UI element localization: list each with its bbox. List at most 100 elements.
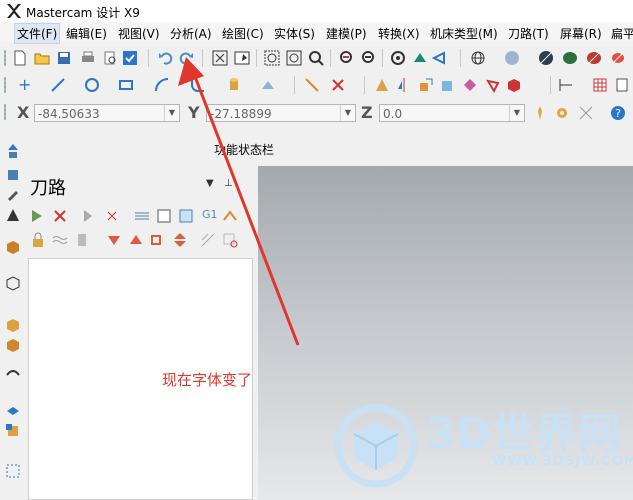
menu-model[interactable]: 建模(P) xyxy=(326,25,367,42)
plane-icon[interactable] xyxy=(432,50,448,66)
deselect-operations-icon[interactable] xyxy=(52,208,68,224)
menu-solids[interactable]: 实体(S) xyxy=(274,25,315,42)
lock-icon[interactable] xyxy=(30,232,46,248)
move-down-icon[interactable] xyxy=(106,232,122,248)
translate-icon[interactable] xyxy=(418,77,434,93)
backplot-icon[interactable] xyxy=(134,208,150,224)
menu-view[interactable]: 视图(V) xyxy=(118,25,160,42)
undo-icon[interactable] xyxy=(158,50,174,66)
shade-sphere-icon[interactable] xyxy=(504,50,520,66)
unzoom-icon[interactable] xyxy=(360,50,376,66)
chevron-down-icon[interactable]: ▼ xyxy=(164,105,179,121)
print-preview-icon[interactable] xyxy=(102,50,118,66)
view-check-icon[interactable] xyxy=(122,50,138,66)
chevron-down-icon[interactable]: ▼ xyxy=(340,105,355,121)
settings-gear-icon[interactable] xyxy=(554,105,570,121)
chamfer-icon[interactable] xyxy=(260,77,276,93)
rotate-icon[interactable] xyxy=(440,77,456,93)
z-coordinate-field[interactable]: 0.0 ▼ xyxy=(379,104,525,122)
verify-icon[interactable] xyxy=(156,208,172,224)
red-shade-icon[interactable] xyxy=(586,50,602,66)
cylinder-icon[interactable] xyxy=(226,77,242,93)
plane-move-icon[interactable] xyxy=(5,403,21,419)
help-icon[interactable]: ? xyxy=(610,105,626,121)
insert-arrow-icon[interactable] xyxy=(150,232,166,248)
menu-flat[interactable]: 扁平 xyxy=(611,25,633,42)
toolbar-grip[interactable] xyxy=(4,50,6,66)
wire-box-icon[interactable] xyxy=(5,275,21,291)
dynamic-rotate-icon[interactable] xyxy=(390,50,406,66)
select-failed-icon[interactable] xyxy=(82,208,98,224)
redo-icon[interactable] xyxy=(178,50,194,66)
menu-toolpaths[interactable]: 刀路(T) xyxy=(508,25,549,42)
gouge-icon[interactable] xyxy=(222,232,238,248)
save-icon[interactable] xyxy=(56,50,72,66)
zoom-icon[interactable] xyxy=(308,50,324,66)
point-icon[interactable]: + xyxy=(18,75,31,94)
toolbar-grip[interactable] xyxy=(4,77,6,93)
panel-pin-icon[interactable]: ⊥ xyxy=(224,178,233,189)
tool-icon[interactable] xyxy=(5,187,21,203)
toolbar-grip[interactable] xyxy=(4,104,6,120)
mirror-icon[interactable] xyxy=(396,77,412,93)
menu-edit[interactable]: 编辑(E) xyxy=(66,25,107,42)
post-icon[interactable] xyxy=(74,232,90,248)
selection-icon[interactable] xyxy=(578,105,594,121)
menu-machine-type[interactable]: 机床类型(M) xyxy=(430,25,498,42)
grid-icon[interactable] xyxy=(592,77,608,93)
color-box-icon[interactable] xyxy=(5,423,21,439)
expand-icon[interactable] xyxy=(172,232,188,248)
red-wire-icon[interactable] xyxy=(610,50,626,66)
new-file-icon[interactable] xyxy=(12,50,28,66)
line-icon[interactable] xyxy=(50,77,66,93)
move-up-icon[interactable] xyxy=(128,232,144,248)
rotate-icon[interactable] xyxy=(484,77,500,93)
layers-icon[interactable] xyxy=(614,77,630,93)
unzoom-previous-icon[interactable] xyxy=(338,50,354,66)
autocursor-icon[interactable] xyxy=(532,105,548,121)
high-speed-icon[interactable] xyxy=(222,208,238,224)
solid-box-icon[interactable] xyxy=(5,317,21,333)
globe-icon[interactable] xyxy=(470,50,486,66)
simulate-icon[interactable] xyxy=(178,208,194,224)
toggle-display-icon[interactable] xyxy=(52,232,68,248)
trim-icon[interactable] xyxy=(304,77,320,93)
surface-icon[interactable] xyxy=(5,365,21,381)
y-coordinate-field[interactable]: -27.18899 ▼ xyxy=(206,104,356,122)
print-icon[interactable] xyxy=(80,50,96,66)
arc-icon[interactable] xyxy=(154,77,170,93)
zoom-window-icon[interactable] xyxy=(264,50,280,66)
point-grid-icon[interactable] xyxy=(5,463,21,479)
x-coordinate-field[interactable]: -84.50633 ▼ xyxy=(34,104,180,122)
scale-icon[interactable] xyxy=(462,77,478,93)
transform-icon[interactable] xyxy=(374,77,390,93)
green-shade-icon[interactable] xyxy=(562,50,578,66)
menu-transform[interactable]: 转换(X) xyxy=(378,25,420,42)
chevron-down-icon[interactable]: ▼ xyxy=(509,105,524,121)
dimension-icon[interactable] xyxy=(558,77,574,93)
menu-draw[interactable]: 绘图(C) xyxy=(222,25,264,42)
circle-icon[interactable] xyxy=(84,77,100,93)
upload-icon[interactable] xyxy=(5,143,21,159)
wireframe-icon[interactable] xyxy=(200,232,216,248)
open-folder-icon[interactable] xyxy=(34,50,50,66)
repaint-icon[interactable] xyxy=(234,50,250,66)
regenerate-icon[interactable] xyxy=(104,208,120,224)
menu-analyze[interactable]: 分析(A) xyxy=(170,25,212,42)
machine-icon[interactable] xyxy=(5,207,21,223)
g1-post-icon[interactable]: G1 xyxy=(202,208,218,221)
gview-icon[interactable] xyxy=(412,50,428,66)
solid-box-icon[interactable] xyxy=(506,77,522,93)
wire-sphere-icon[interactable] xyxy=(538,50,554,66)
solid-box-icon[interactable] xyxy=(5,337,21,353)
box-icon[interactable] xyxy=(5,239,21,255)
rectangle-icon[interactable] xyxy=(118,77,134,93)
menu-screen[interactable]: 屏幕(R) xyxy=(560,25,602,42)
menu-file[interactable]: 文件(F) xyxy=(14,23,61,44)
fillet-icon[interactable] xyxy=(190,77,206,93)
stock-setup-icon[interactable] xyxy=(5,167,21,183)
panel-menu-button[interactable]: ▼ xyxy=(206,178,214,189)
zoom-target-icon[interactable] xyxy=(286,50,302,66)
fit-screen-icon[interactable] xyxy=(212,50,228,66)
select-all-operations-icon[interactable] xyxy=(30,208,46,224)
